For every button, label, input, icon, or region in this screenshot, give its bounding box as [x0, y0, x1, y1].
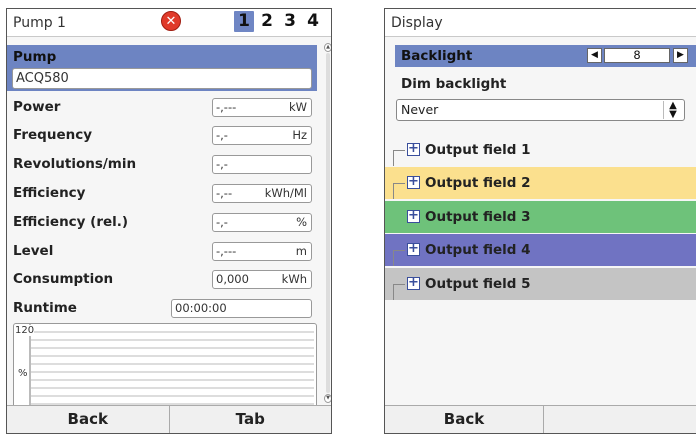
scroll-up-icon[interactable]: ▲	[324, 43, 331, 52]
frequency-label: Frequency	[13, 127, 93, 143]
pump-screen: Pump 1 ✕ 1 2 3 4 Pump ACQ580 Power -,---…	[6, 8, 332, 434]
tree-connector	[393, 150, 405, 166]
select-updown-icon: ▲ ▼	[663, 101, 682, 120]
back-button[interactable]: Back	[385, 406, 544, 433]
screen-title: Pump 1	[13, 14, 66, 31]
chart-y-max-label: 120	[15, 325, 35, 336]
frequency-field[interactable]: -,- Hz	[212, 126, 312, 145]
decrement-arrow-icon[interactable]: ◀	[587, 48, 602, 63]
increment-arrow-icon[interactable]: ▶	[673, 48, 688, 63]
output-field-1[interactable]: + Output field 1	[385, 134, 696, 166]
output-field-5[interactable]: + Output field 5	[385, 268, 696, 300]
trend-chart: 120 %	[13, 323, 317, 409]
output-field-4-label: Output field 4	[425, 242, 531, 258]
power-label: Power	[13, 99, 61, 115]
consumption-field[interactable]: 0,000 kWh	[212, 270, 312, 289]
output-field-1-label: Output field 1	[425, 142, 531, 158]
error-x-icon[interactable]: ✕	[161, 11, 181, 31]
revolutions-field[interactable]: -,-	[212, 155, 312, 174]
efficiency-rel-field[interactable]: -,-%	[212, 213, 312, 232]
title-bar: Display	[385, 9, 696, 37]
expand-plus-icon[interactable]: +	[407, 175, 420, 189]
softkey-bar: Back Tab	[7, 405, 331, 433]
backlight-row[interactable]: Backlight ◀ 8 ▶	[395, 45, 696, 67]
backlight-value[interactable]: 8	[604, 48, 670, 63]
dim-backlight-value: Never	[401, 102, 439, 117]
title-bar: Pump 1 ✕ 1 2 3 4	[7, 9, 331, 37]
output-field-2-label: Output field 2	[425, 175, 531, 191]
tree-connector	[393, 284, 405, 300]
tab-1[interactable]: 1	[234, 11, 254, 32]
backlight-label: Backlight	[401, 48, 473, 64]
tab-button[interactable]: Tab	[170, 406, 332, 433]
expand-plus-icon[interactable]: +	[407, 242, 420, 256]
vertical-scrollbar[interactable]: ▲ ▼	[324, 43, 331, 403]
expand-plus-icon[interactable]: +	[407, 276, 420, 290]
softkey-bar: Back	[385, 405, 696, 433]
level-field[interactable]: -,--- m	[212, 242, 312, 261]
empty-softkey[interactable]	[544, 406, 696, 433]
trend-chart-grid	[29, 324, 314, 408]
output-field-2[interactable]: + Output field 2	[385, 167, 696, 199]
revolutions-label: Revolutions/min	[13, 156, 137, 172]
expand-plus-icon[interactable]: +	[407, 209, 420, 223]
efficiency-field[interactable]: -,-- kWh/Ml	[212, 184, 312, 203]
level-label: Level	[13, 243, 54, 259]
display-screen: Display Backlight ◀ 8 ▶ Dim backlight Ne…	[384, 8, 696, 434]
tab-3[interactable]: 3	[280, 11, 300, 32]
back-button[interactable]: Back	[7, 406, 170, 433]
scroll-down-icon[interactable]: ▼	[324, 394, 331, 403]
output-field-3-label: Output field 3	[425, 209, 531, 225]
pump-label: Pump	[13, 49, 57, 65]
runtime-field[interactable]: 00:00:00	[171, 299, 312, 318]
dim-backlight-select[interactable]: Never ▲ ▼	[396, 99, 685, 121]
tree-connector	[393, 250, 405, 266]
efficiency-label: Efficiency	[13, 185, 86, 201]
scrollbar-track[interactable]	[326, 53, 330, 393]
efficiency-rel-label: Efficiency (rel.)	[13, 214, 129, 230]
consumption-label: Consumption	[13, 271, 114, 287]
tab-2[interactable]: 2	[257, 11, 277, 32]
pump-name-field[interactable]: ACQ580	[12, 68, 312, 89]
output-field-3[interactable]: + Output field 3	[385, 201, 696, 233]
power-field[interactable]: -,--- kW	[212, 98, 312, 117]
screen-title: Display	[391, 14, 443, 31]
tree-connector	[393, 183, 405, 199]
chart-unit-label: %	[18, 368, 28, 379]
output-field-4[interactable]: + Output field 4	[385, 234, 696, 266]
tab-4[interactable]: 4	[303, 11, 323, 32]
dim-backlight-label: Dim backlight	[401, 76, 507, 92]
output-field-5-label: Output field 5	[425, 276, 531, 292]
runtime-label: Runtime	[13, 300, 77, 316]
expand-plus-icon[interactable]: +	[407, 142, 420, 156]
